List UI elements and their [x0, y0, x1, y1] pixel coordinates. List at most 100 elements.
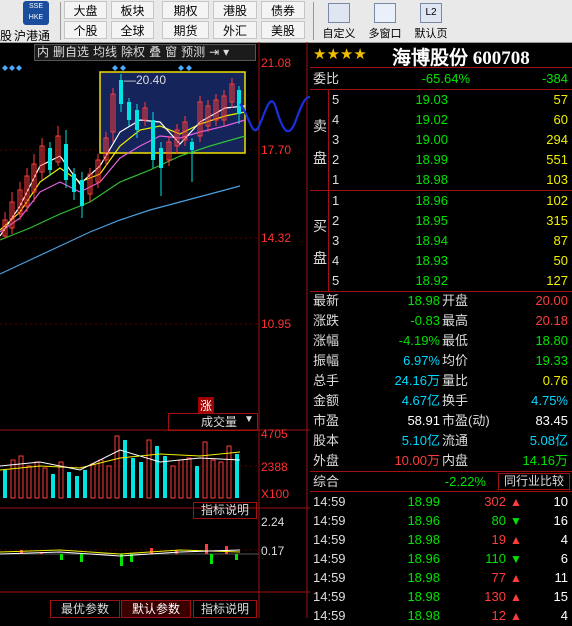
quote-label: 涨跌 — [313, 313, 340, 328]
weibi-pct: -65.64% — [421, 71, 470, 86]
buy-order-level: 5 — [332, 273, 340, 288]
sell-order-row[interactable]: 5 19.03 57 — [310, 90, 572, 110]
market-button[interactable]: 大盘 — [64, 1, 107, 19]
buy-order-level: 2 — [332, 213, 340, 228]
futures-button[interactable]: 期货 — [162, 21, 209, 39]
quote-label: 市盈 — [313, 413, 340, 428]
tick-row[interactable]: 14:59 18.96 110 ▼ 6 — [310, 549, 572, 569]
quote-label: 量比 — [442, 373, 469, 388]
buy-order-row[interactable]: 5 18.92 127 — [310, 271, 572, 291]
options-button[interactable]: 期权 — [162, 1, 209, 19]
tick-row[interactable]: 14:59 18.98 19 ▲ 4 — [310, 530, 572, 550]
buy-order-row[interactable]: 4 18.93 50 — [310, 251, 572, 271]
tick-price: 18.98 — [407, 608, 440, 623]
sector-button[interactable]: 板块 — [111, 1, 154, 19]
tick-row[interactable]: 14:59 18.98 77 ▲ 11 — [310, 568, 572, 588]
tick-row[interactable]: 14:59 18.98 12 ▲ 4 — [310, 606, 572, 626]
bottom-tab-optimal[interactable]: 最优参数 — [50, 600, 120, 618]
tick-count: 11 — [554, 570, 569, 585]
multi-window-label: 多窗口 — [368, 28, 402, 40]
step-forward-icon[interactable]: ⇥ — [207, 45, 221, 60]
sell-order-level: 2 — [332, 152, 340, 167]
customize-tool[interactable]: 自定义 — [316, 2, 362, 40]
bottom-tab-indicator[interactable]: 指标说明 — [193, 600, 257, 618]
buy-order-price: 18.93 — [415, 253, 448, 268]
drawn-wave-line — [239, 96, 310, 133]
quote-label: 流通 — [442, 433, 469, 448]
sell-order-level: 3 — [332, 132, 340, 147]
weibi-diff: -384 — [541, 71, 568, 86]
menu-ex-rights[interactable]: 除权 — [119, 45, 147, 60]
price-axis-label: 21.08 — [261, 56, 292, 70]
tick-time: 14:59 — [313, 551, 346, 566]
macd-axis-label: 2.24 — [261, 515, 285, 529]
rating-stars: ★★★★ — [313, 46, 367, 63]
quote-value: -0.83 — [410, 313, 440, 328]
bond-button[interactable]: 债券 — [261, 1, 305, 19]
quote-value: 83.45 — [535, 413, 568, 428]
quote-row: 金额 4.67亿 换手 4.75% — [310, 391, 572, 411]
quote-label: 最新 — [313, 293, 340, 308]
menu-window[interactable]: 窗 — [163, 45, 179, 60]
macd-axis-label: 0.17 — [261, 544, 285, 558]
sell-order-volume: 103 — [546, 172, 568, 187]
bottom-tab-default[interactable]: 默认参数 — [121, 600, 191, 618]
volume-indicator-button[interactable]: 指标说明 — [193, 502, 257, 519]
sell-order-level: 5 — [332, 92, 340, 107]
dropdown-arrow-icon[interactable]: ▾ — [221, 45, 231, 60]
sell-order-row[interactable]: 2 18.99 551 — [310, 150, 572, 170]
menu-remove-watchlist[interactable]: 删自选 — [51, 45, 91, 60]
sell-order-row[interactable]: 1 18.98 103 — [310, 170, 572, 190]
sell-order-row[interactable]: 4 19.02 60 — [310, 110, 572, 130]
tick-price: 18.99 — [407, 494, 440, 509]
forex-button[interactable]: 外汇 — [213, 21, 257, 39]
chevron-down-icon[interactable]: ▼ — [244, 414, 254, 425]
tick-volume: 12 — [491, 608, 506, 623]
quote-label: 最高 — [442, 313, 469, 328]
sell-order-price: 19.02 — [415, 112, 448, 127]
buy-order-volume: 315 — [546, 213, 568, 228]
menu-forecast[interactable]: 预测 — [179, 45, 207, 60]
buy-order-price: 18.94 — [415, 233, 448, 248]
quote-value: 0.76 — [542, 373, 568, 388]
quote-value: 6.97% — [403, 353, 440, 368]
sell-order-volume: 551 — [546, 152, 568, 167]
tick-volume: 19 — [491, 532, 506, 547]
global-button[interactable]: 全球 — [111, 21, 154, 39]
default-page-tool[interactable]: L2 默认页 — [408, 2, 454, 40]
logo-icon[interactable]: SSE HKE — [23, 1, 49, 25]
quote-value: 19.33 — [535, 353, 568, 368]
quote-row: 市盈 58.91 市盈(动) 83.45 — [310, 411, 572, 431]
menu-inner[interactable]: 内 — [35, 45, 51, 60]
tick-row[interactable]: 14:59 18.98 130 ▲ 15 — [310, 587, 572, 607]
multi-window-tool[interactable]: 多窗口 — [362, 2, 408, 40]
buy-order-row[interactable]: 1 18.96 102 — [310, 191, 572, 211]
quote-value: 20.18 — [535, 313, 568, 328]
default-page-icon: L2 — [420, 3, 442, 23]
buy-order-level: 3 — [332, 233, 340, 248]
quote-row: 振幅 6.97% 均价 19.33 — [310, 351, 572, 371]
tick-row[interactable]: 14:59 18.96 80 ▼ 16 — [310, 511, 572, 531]
menu-overlay[interactable]: 叠 — [147, 45, 163, 60]
buy-order-row[interactable]: 2 18.95 315 — [310, 211, 572, 231]
hk-stock-button[interactable]: 港股 — [213, 1, 257, 19]
buy-order-volume: 127 — [546, 273, 568, 288]
chart-menu-bar: 内删自选 均线 除权叠窗预测 ⇥ ▾ — [34, 44, 256, 61]
customize-label: 自定义 — [322, 28, 356, 40]
quote-value: 4.75% — [531, 393, 568, 408]
quote-row: 股本 5.10亿 流通 5.08亿 — [310, 431, 572, 451]
buy-order-row[interactable]: 3 18.94 87 — [310, 231, 572, 251]
menu-moving-average[interactable]: 均线 — [91, 45, 119, 60]
industry-compare-button[interactable]: 同行业比较 — [498, 473, 570, 490]
tick-volume: 80 — [491, 513, 506, 528]
volume-axis-label: 2388 — [261, 460, 288, 474]
quote-row: 涨幅 -4.19% 最低 18.80 — [310, 331, 572, 351]
us-stock-button[interactable]: 美股 — [261, 21, 305, 39]
comprehensive-value: -2.22% — [444, 474, 486, 489]
tick-row[interactable]: 14:59 18.99 302 ▲ 10 — [310, 492, 572, 512]
quote-row: 涨跌 -0.83 最高 20.18 — [310, 311, 572, 331]
sell-order-level: 4 — [332, 112, 340, 127]
tick-time: 14:59 — [313, 532, 346, 547]
stock-button[interactable]: 个股 — [64, 21, 107, 39]
sell-order-row[interactable]: 3 19.00 294 — [310, 130, 572, 150]
